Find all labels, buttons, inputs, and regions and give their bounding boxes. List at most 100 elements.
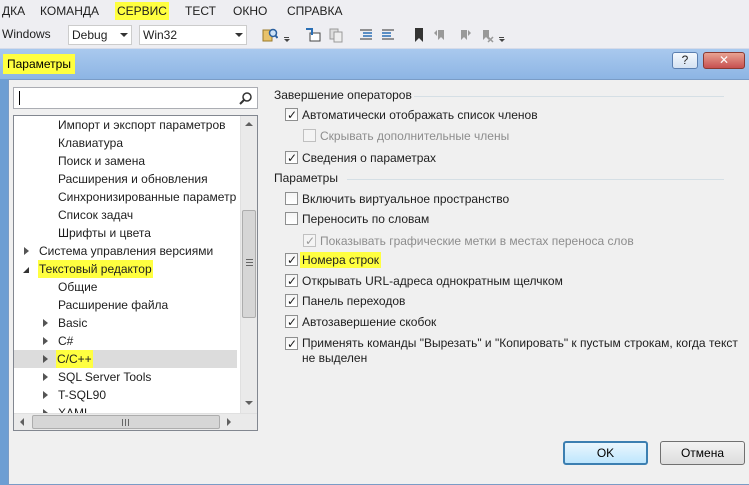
tree-item-label: Система управления версиями [39,244,214,258]
tree-item-keyboard[interactable]: Клавиатура [14,134,237,152]
menu-item-tools[interactable]: СЕРВИС [115,2,169,20]
expand-arrow-icon[interactable] [43,355,48,363]
tree-item-fonts-colors[interactable]: Шрифты и цвета [14,224,237,242]
tree-vertical-scroll-thumb[interactable] [242,210,256,318]
options-tree[interactable]: Импорт и экспорт параметров Клавиатура П… [13,115,258,431]
tree-horizontal-scroll-thumb[interactable] [32,415,220,429]
scroll-up-arrow-icon[interactable] [245,122,253,126]
expand-arrow-icon[interactable] [43,319,48,327]
thumb-grip [125,419,126,426]
group-title-settings: Параметры [274,171,338,185]
tree-vertical-scrollbar[interactable] [240,116,257,413]
bookmark-icon[interactable] [411,27,427,43]
scroll-right-arrow-icon[interactable] [227,418,231,426]
tree-item-source-control[interactable]: Система управления версиями [14,242,237,260]
expand-arrow-icon[interactable] [43,373,48,381]
find-in-files-icon[interactable] [262,27,278,43]
checkbox-line-numbers[interactable] [285,252,298,268]
platform-prefix-label: Windows [2,27,51,41]
toolbar-overflow-icon[interactable] [283,37,290,42]
option-label: Открывать URL-адреса однократным щелчком [302,274,563,288]
tree-item-csharp[interactable]: C# [14,332,237,350]
tree-item-tsql90[interactable]: T-SQL90 [14,386,237,404]
dialog-titlebar[interactable]: Параметры ? ✕ [0,49,749,79]
tree-item-basic[interactable]: Basic [14,314,237,332]
tree-item-label: Расширение файла [58,298,169,312]
tree-item-label: XAML [58,406,91,413]
tree-item-synced-settings[interactable]: Синхронизированные параметр [14,188,237,206]
menu-item-test[interactable]: ТЕСТ [183,2,218,20]
checkbox-wrap-glyphs[interactable] [303,233,316,249]
option-label: Панель переходов [302,294,406,308]
tree-item-import-export[interactable]: Импорт и экспорт параметров [14,116,237,134]
menu-item-view-partial[interactable]: ДКА [0,2,27,20]
checkbox-navigation-bar[interactable] [285,293,298,309]
next-bookmark-icon[interactable] [456,27,472,43]
checkbox-virtual-space[interactable] [285,192,298,205]
tree-item-file-extension[interactable]: Расширение файла [14,296,237,314]
configuration-combo[interactable]: Debug [68,25,132,45]
checkbox-auto-list-members[interactable] [285,107,298,123]
search-input[interactable] [13,87,258,109]
configuration-value: Debug [72,28,108,42]
thumb-grip [246,262,253,263]
checkbox-single-click-urls[interactable] [285,273,298,289]
platform-combo[interactable]: Win32 [139,25,247,45]
tree-item-extensions[interactable]: Расширения и обновления [14,170,237,188]
tree-item-label: SQL Server Tools [58,370,152,384]
copy-icon[interactable] [328,27,344,43]
clear-bookmarks-icon[interactable] [478,27,494,43]
close-button[interactable]: ✕ [703,52,745,69]
tree-item-label: Поиск и замена [58,154,146,168]
tree-item-label: Текстовый редактор [38,260,153,278]
scroll-down-arrow-icon[interactable] [245,401,253,405]
group-divider [414,96,724,97]
expand-arrow-icon[interactable] [43,337,48,345]
menu-item-help[interactable]: СПРАВКА [285,2,345,20]
group-title-statement-completion: Завершение операторов [274,88,412,102]
comment-lines-icon[interactable] [358,27,374,43]
expand-arrow-icon[interactable] [24,247,29,255]
tree-item-general[interactable]: Общие [14,278,237,296]
checkbox-cut-copy-blank-lines[interactable] [285,336,298,352]
uncomment-lines-icon[interactable] [380,27,396,43]
tree-item-text-editor[interactable]: Текстовый редактор [14,260,237,278]
dialog-title: Параметры [3,54,75,74]
search-icon[interactable] [239,91,253,105]
menu-item-window[interactable]: ОКНО [231,2,269,20]
platform-value: Win32 [143,28,178,42]
navigate-icon[interactable] [305,27,321,43]
option-label: Показывать графические метки в местах пе… [320,234,634,248]
expand-arrow-icon[interactable] [43,391,48,399]
toolbar-overflow-icon[interactable] [498,37,505,42]
scroll-left-arrow-icon[interactable] [20,418,24,426]
tree-horizontal-scrollbar[interactable] [14,413,257,430]
previous-bookmark-icon[interactable] [433,27,449,43]
option-label: Скрывать дополнительные члены [320,129,510,143]
tree-item-sql-server-tools[interactable]: SQL Server Tools [14,368,237,386]
option-label: Сведения о параметрах [302,151,437,165]
checkbox-brace-completion[interactable] [285,314,298,330]
chevron-down-icon [235,33,243,37]
option-label: Автозавершение скобок [302,315,437,329]
cancel-button[interactable]: Отмена [660,441,745,465]
checkbox-hide-advanced-members[interactable] [303,129,316,142]
thumb-grip [246,265,253,266]
close-icon: ✕ [718,53,730,67]
menu-item-command[interactable]: КОМАНДА [38,2,101,20]
checkbox-parameter-info[interactable] [285,150,298,166]
option-label: Автоматически отображать список членов [302,108,538,122]
help-button[interactable]: ? [672,52,698,69]
tree-item-xaml[interactable]: XAML [14,404,237,413]
tree-item-task-list[interactable]: Список задач [14,206,237,224]
thumb-grip [128,419,129,426]
ok-button[interactable]: OK [563,441,648,465]
tree-item-find-replace[interactable]: Поиск и замена [14,152,237,170]
tree-item-label: Синхронизированные параметр [58,190,237,204]
tree-item-label: Basic [58,316,88,330]
checkbox-word-wrap[interactable] [285,212,298,225]
text-caret [19,91,20,105]
thumb-grip [122,419,123,426]
tree-item-cpp[interactable]: C/C++ [14,350,237,368]
collapse-arrow-icon[interactable] [23,267,29,273]
